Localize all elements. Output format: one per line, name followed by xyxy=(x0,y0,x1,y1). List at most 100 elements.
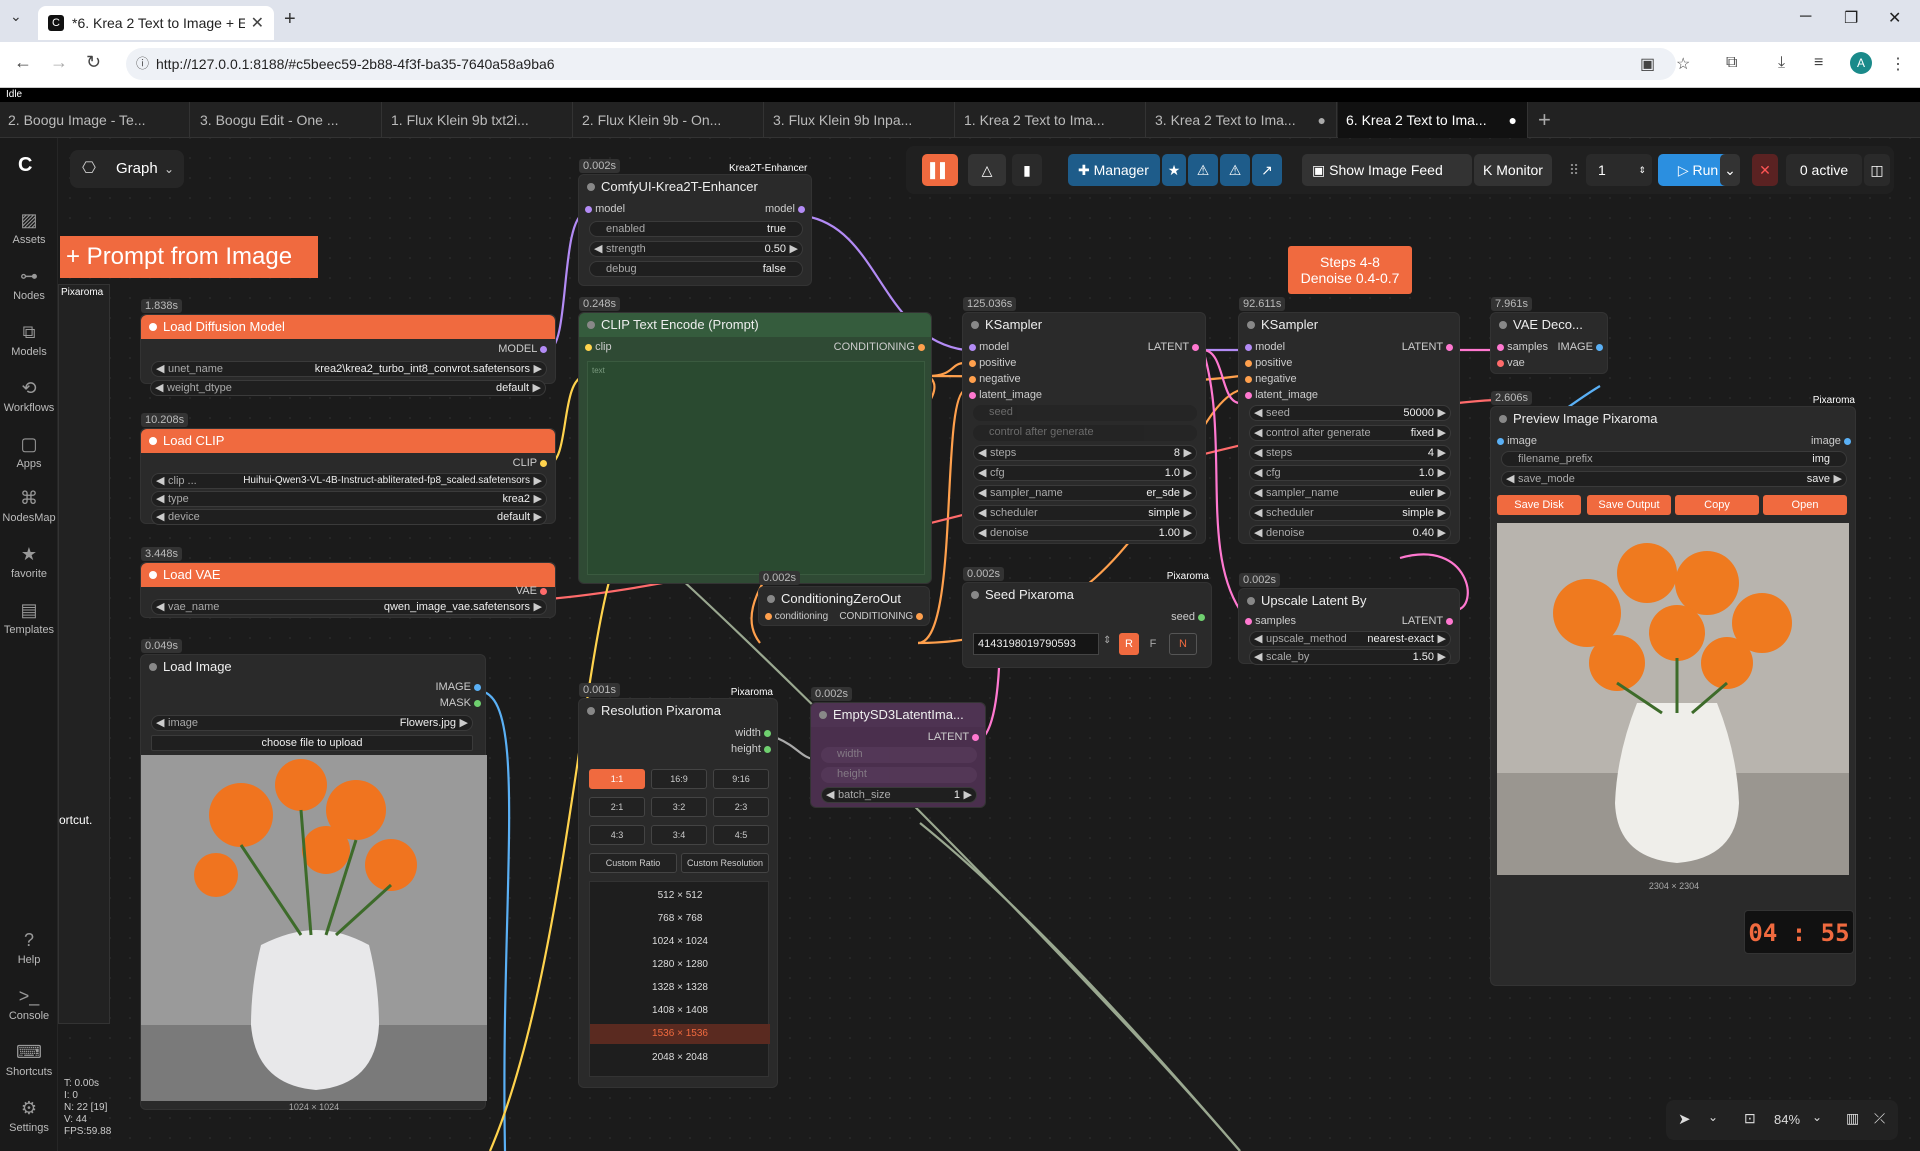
widget-upscale-method[interactable]: ◀ upscale_method nearest-exact ▶ xyxy=(1249,631,1451,647)
arrow-right-icon[interactable]: ▶ xyxy=(1184,506,1192,520)
save-output-button[interactable]: Save Output xyxy=(1587,495,1671,515)
arrow-left-icon[interactable]: ◀ xyxy=(1254,446,1262,460)
steps-note[interactable]: Steps 4-8 Denoise 0.4-0.7 xyxy=(1288,246,1412,294)
output-model[interactable]: model xyxy=(765,201,805,217)
workflow-tab[interactable]: 2. Flux Klein 9b - On... xyxy=(574,102,764,138)
active-queue-button[interactable]: 0 active xyxy=(1786,154,1862,186)
seed-input[interactable]: 4143198019790593 xyxy=(973,633,1099,655)
run-options-chevron-icon[interactable]: ⌄ xyxy=(1720,154,1740,186)
minimize-icon[interactable]: ─ xyxy=(1800,8,1811,26)
copy-button[interactable]: Copy xyxy=(1675,495,1759,515)
workflow-tab[interactable]: 1. Krea 2 Text to Ima... xyxy=(956,102,1146,138)
input-positive[interactable]: positive xyxy=(1245,355,1292,371)
input-model[interactable]: model xyxy=(969,339,1009,355)
close-tab-icon[interactable]: ✕ xyxy=(251,13,264,33)
cancel-run-icon[interactable]: ✕ xyxy=(1752,154,1778,186)
output-latent[interactable]: LATENT xyxy=(1402,339,1453,355)
output-latent[interactable]: LATENT xyxy=(1402,613,1453,629)
arrow-left-icon[interactable]: ◀ xyxy=(156,716,164,730)
sidebar-item-workflows[interactable]: ⟲ Workflows xyxy=(0,378,58,414)
arrow-right-icon[interactable]: ▶ xyxy=(1184,486,1192,500)
ratio-3-2[interactable]: 3:2 xyxy=(651,797,707,817)
widget-scale-by[interactable]: ◀ scale_by 1.50 ▶ xyxy=(1249,649,1451,665)
arrow-right-icon[interactable]: ▶ xyxy=(1438,406,1446,420)
res-1328[interactable]: 1328 × 1328 xyxy=(590,978,770,998)
custom-ratio-button[interactable]: Custom Ratio xyxy=(589,853,677,873)
browser-tab[interactable]: C *6. Krea 2 Text to Image + Extra ✕ xyxy=(38,6,274,40)
input-latent[interactable]: latent_image xyxy=(1245,387,1318,403)
arrow-left-icon[interactable]: ◀ xyxy=(1254,466,1262,480)
widget-steps[interactable]: ◀ steps 8 ▶ xyxy=(973,445,1197,461)
open-button[interactable]: Open xyxy=(1763,495,1847,515)
widget-clip-name[interactable]: ◀ clip ... Huihui-Qwen3-VL-4B-Instruct-abl… xyxy=(151,473,547,489)
stepper-icon[interactable]: ⇕ xyxy=(1638,154,1646,186)
triangle-icon[interactable]: ⚠ xyxy=(1188,154,1218,186)
widget-denoise[interactable]: ◀ denoise 0.40 ▶ xyxy=(1249,525,1451,541)
back-icon[interactable]: ← xyxy=(14,52,32,73)
arrow-right-icon[interactable]: ▶ xyxy=(460,716,468,730)
fixed-seed-button[interactable]: F xyxy=(1143,633,1163,655)
widget-vae-name[interactable]: ◀ vae_name qwen_image_vae.safetensors ▶ xyxy=(151,599,547,615)
widget-sampler[interactable]: ◀ sampler_name euler ▶ xyxy=(1249,485,1451,501)
reading-list-icon[interactable]: ≡ xyxy=(1814,54,1823,72)
new-seed-button[interactable]: N xyxy=(1169,633,1197,655)
ratio-4-5[interactable]: 4:5 xyxy=(713,825,769,845)
arrow-right-icon[interactable]: ▶ xyxy=(1184,526,1192,540)
arrow-left-icon[interactable]: ◀ xyxy=(978,526,986,540)
widget-strength[interactable]: ◀ strength 0.50 ▶ xyxy=(589,241,803,257)
queue-count-input[interactable]: 1 ⇕ xyxy=(1586,154,1652,186)
comfy-logo-icon[interactable]: C xyxy=(18,154,32,177)
workflow-tab[interactable]: 3. Krea 2 Text to Ima... ● xyxy=(1147,102,1337,138)
extensions-icon[interactable]: ⧉ xyxy=(1726,54,1737,72)
arrow-left-icon[interactable]: ◀ xyxy=(1254,426,1262,440)
ratio-16-9[interactable]: 16:9 xyxy=(651,769,707,789)
node-load-diffusion[interactable]: 1.838s Load Diffusion Model MODEL ◀ unet_… xyxy=(140,299,556,384)
ratio-2-3[interactable]: 2:3 xyxy=(713,797,769,817)
arrow-right-icon[interactable]: ▶ xyxy=(534,510,542,524)
node-ksampler-1[interactable]: 125.036s KSampler model positive negativ… xyxy=(962,297,1206,544)
upload-button[interactable]: choose file to upload xyxy=(151,735,473,751)
widget-debug[interactable]: debug false xyxy=(589,261,803,277)
arrow-right-icon[interactable]: ▶ xyxy=(1438,426,1446,440)
arrow-right-icon[interactable]: ▶ xyxy=(1438,632,1446,646)
arrow-left-icon[interactable]: ◀ xyxy=(156,474,164,488)
reload-icon[interactable]: ↻ xyxy=(86,52,101,73)
ratio-9-16[interactable]: 9:16 xyxy=(713,769,769,789)
output-seed[interactable]: seed xyxy=(1171,609,1205,625)
output-mask[interactable]: MASK xyxy=(440,695,481,711)
input-image[interactable]: image xyxy=(1497,433,1537,449)
arrow-right-icon[interactable]: ▶ xyxy=(1438,466,1446,480)
bookmark-star-icon[interactable]: ☆ xyxy=(1676,54,1690,74)
res-1536[interactable]: 1536 × 1536 xyxy=(590,1024,770,1044)
restore-icon[interactable]: ❐ xyxy=(1844,8,1858,28)
node-seed-pixaroma[interactable]: 0.002s Pixaroma Seed Pixaroma seed 41431… xyxy=(962,567,1212,668)
res-1024[interactable]: 1024 × 1024 xyxy=(590,932,770,952)
widget-steps[interactable]: ◀ steps 4 ▶ xyxy=(1249,445,1451,461)
output-conditioning[interactable]: CONDITIONING xyxy=(834,339,925,355)
arrow-left-icon[interactable]: ◀ xyxy=(1254,406,1262,420)
output-height[interactable]: height xyxy=(731,741,771,757)
input-samples[interactable]: samples xyxy=(1497,339,1548,355)
sidebar-item-models[interactable]: ⧉ Models xyxy=(0,322,58,358)
fit-view-icon[interactable]: ⊡ xyxy=(1744,1110,1756,1127)
arrow-left-icon[interactable]: ◀ xyxy=(1254,526,1262,540)
downloads-icon[interactable]: ⤓ xyxy=(1778,54,1785,72)
widget-seed[interactable]: ◀ seed 50000 ▶ xyxy=(1249,405,1451,421)
workflow-tab[interactable]: 1. Flux Klein 9b txt2i... xyxy=(383,102,573,138)
arrow-left-icon[interactable]: ◀ xyxy=(594,242,602,256)
site-info-icon[interactable]: ⓘ xyxy=(136,48,149,80)
monitor-button[interactable]: K Monitor xyxy=(1474,154,1552,186)
widget-save-mode[interactable]: ◀ save_mode save ▶ xyxy=(1501,471,1847,487)
widget-sampler[interactable]: ◀ sampler_name er_sde ▶ xyxy=(973,485,1197,501)
arrow-left-icon[interactable]: ◀ xyxy=(1254,650,1262,664)
widget-control[interactable]: ◀ control after generate fixed ▶ xyxy=(1249,425,1451,441)
stepper-icon[interactable]: ⇕ xyxy=(1103,635,1111,646)
graph-menu-button[interactable]: ⎔ Graph ⌄ xyxy=(70,150,184,188)
mountain-icon[interactable]: △ xyxy=(968,154,1006,186)
browser-menu-icon[interactable]: ⋮ xyxy=(1890,54,1906,74)
zoom-level[interactable]: 84% xyxy=(1774,1112,1800,1127)
close-window-icon[interactable]: ✕ xyxy=(1888,8,1901,28)
ratio-2-1[interactable]: 2:1 xyxy=(589,797,645,817)
arrow-right-icon[interactable]: ▶ xyxy=(1438,486,1446,500)
node-vae-decode[interactable]: 7.961s VAE Deco... samples vae IMAGE xyxy=(1490,297,1608,374)
